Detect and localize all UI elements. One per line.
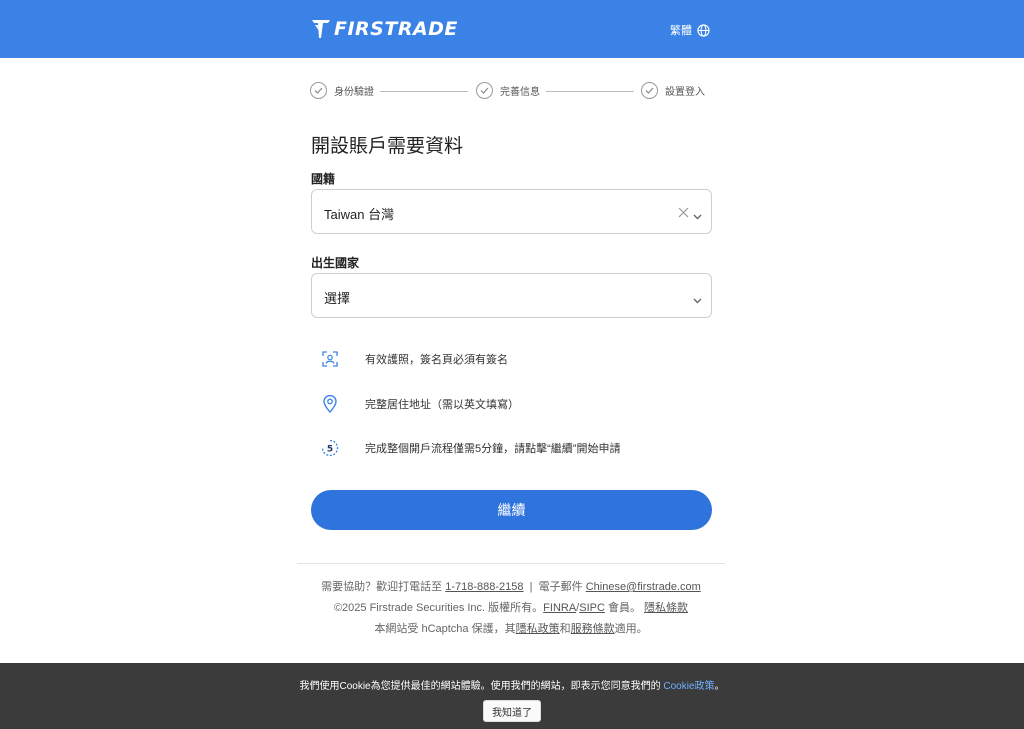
footer-divider: [297, 563, 725, 564]
email-label: 電子郵件: [538, 581, 583, 593]
applies-text: 適用。: [614, 623, 648, 635]
cookie-message: 我們使用Cookie為您提供最佳的網站體驗。使用我們的網站，即表示您同意我們的 …: [0, 677, 1024, 692]
footer-hcaptcha: 本網站受 hCaptcha 保護，其隱私政策和服務條款適用。: [297, 620, 725, 636]
requirement-passport: 有效護照，簽名頁必須有簽名: [321, 350, 508, 368]
hcaptcha-privacy-link[interactable]: 隱私政策: [516, 623, 560, 635]
footer-help: 需要協助？歡迎打電話至 1-718-888-2158 | 電子郵件 Chines…: [297, 578, 725, 594]
nationality-select[interactable]: Taiwan 台灣: [311, 189, 712, 234]
check-circle-icon: [641, 82, 658, 99]
globe-icon: [697, 23, 710, 37]
requirement-time: 5 完成整個開戶流程僅需5分鐘，請點擊“繼續”開始申請: [321, 439, 620, 457]
clear-icon[interactable]: [678, 205, 689, 223]
hcaptcha-text: 本網站受 hCaptcha 保護，其: [374, 623, 516, 635]
language-label: 繁體: [670, 25, 692, 37]
svg-text:5: 5: [327, 445, 333, 455]
copyright-text: ©2025 Firstrade Securities Inc. 版權所有。: [333, 602, 544, 614]
cookie-accept-button[interactable]: 我知道了: [483, 700, 541, 722]
nationality-value: Taiwan 台灣: [324, 207, 395, 222]
requirement-text: 有效護照，簽名頁必須有簽名: [365, 354, 508, 366]
page-title: 開設賬戶需要資料: [311, 136, 464, 157]
step-label: 身份驗證: [334, 87, 374, 98]
step-label: 完善信息: [500, 87, 540, 98]
location-pin-icon: [321, 395, 339, 413]
birth-country-label: 出生國家: [311, 256, 360, 270]
requirement-text: 完成整個開戶流程僅需5分鐘，請點擊“繼續”開始申請: [365, 443, 621, 455]
cookie-end: 。: [714, 681, 725, 692]
phone-link[interactable]: 1-718-888-2158: [445, 581, 523, 593]
continue-button[interactable]: 繼續: [311, 490, 712, 530]
footer-copyright: ©2025 Firstrade Securities Inc. 版權所有。FIN…: [297, 599, 725, 615]
finra-link[interactable]: FINRA: [543, 602, 576, 614]
help-text: 需要協助？歡迎打電話至: [321, 581, 443, 593]
language-switcher[interactable]: 繁體: [670, 22, 710, 38]
timer-5-icon: 5: [321, 439, 339, 457]
requirement-text: 完整居住地址（需以英文填寫）: [365, 399, 519, 411]
cookie-policy-link[interactable]: Cookie政策: [663, 681, 714, 692]
logo-text: FIRSTRADE: [334, 18, 458, 40]
progress-steps: 身份驗證 完善信息 設置登入: [310, 82, 712, 100]
birth-country-select[interactable]: 選擇: [311, 273, 712, 318]
sipc-link[interactable]: SIPC: [579, 602, 605, 614]
privacy-terms-link[interactable]: 隱私條款: [644, 602, 688, 614]
email-link[interactable]: Chinese@firstrade.com: [586, 581, 701, 593]
top-bar: FIRSTRADE 繁體: [0, 0, 1024, 58]
step-label: 設置登入: [665, 87, 705, 98]
separator: |: [529, 581, 533, 593]
cookie-banner: 我們使用Cookie為您提供最佳的網站體驗。使用我們的網站，即表示您同意我們的 …: [0, 663, 1024, 729]
check-circle-icon: [476, 82, 493, 99]
firstrade-logo-icon: [312, 20, 330, 38]
and-text: 和: [559, 623, 571, 635]
check-circle-icon: [310, 82, 327, 99]
nationality-label: 國籍: [311, 172, 336, 186]
requirement-address: 完整居住地址（需以英文填寫）: [321, 395, 519, 413]
step-connector: [546, 91, 634, 92]
step-info: 完善信息: [476, 82, 540, 99]
step-identity: 身份驗證: [310, 82, 374, 99]
birth-country-value: 選擇: [324, 291, 351, 306]
cookie-text: 我們使用Cookie為您提供最佳的網站體驗。使用我們的網站，即表示您同意我們的: [299, 681, 661, 692]
step-connector: [380, 91, 468, 92]
chevron-down-icon: [693, 291, 702, 309]
id-scan-icon: [321, 350, 339, 368]
chevron-down-icon: [693, 207, 702, 225]
firstrade-logo[interactable]: FIRSTRADE: [311, 17, 458, 41]
step-login: 設置登入: [641, 82, 705, 99]
member-text: 會員。: [607, 602, 641, 614]
hcaptcha-terms-link[interactable]: 服務條款: [571, 623, 615, 635]
